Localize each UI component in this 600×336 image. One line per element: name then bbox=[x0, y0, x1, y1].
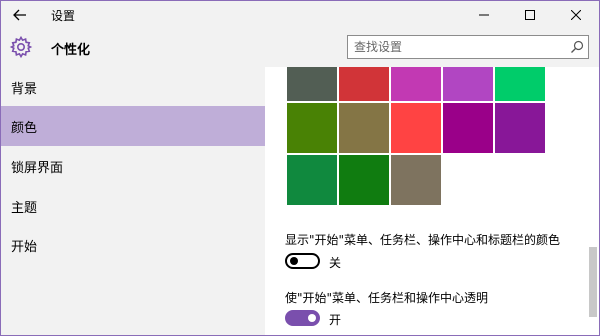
color-swatch[interactable] bbox=[443, 67, 493, 101]
color-swatch[interactable] bbox=[287, 103, 337, 153]
close-button[interactable] bbox=[553, 1, 599, 29]
color-swatch[interactable] bbox=[443, 103, 493, 153]
toggle-knob bbox=[290, 257, 298, 265]
page-title: 个性化 bbox=[51, 43, 91, 58]
sidebar-item-background[interactable]: 背景 bbox=[1, 67, 265, 107]
sidebar-item-start[interactable]: 开始 bbox=[1, 225, 265, 265]
show-color-toggle[interactable] bbox=[285, 253, 320, 269]
maximize-icon bbox=[525, 10, 535, 20]
toggle-knob bbox=[308, 314, 316, 322]
sidebar-item-label: 开始 bbox=[11, 239, 38, 255]
color-swatch[interactable] bbox=[391, 155, 441, 205]
sidebar-item-label: 锁屏界面 bbox=[11, 160, 64, 176]
page-header: 个性化 bbox=[1, 29, 599, 67]
settings-window: 设置 个性化 查找设置 背景 颜色 锁屏界面 主题 开始 显示"开始"菜单、任务… bbox=[0, 0, 600, 336]
color-swatch[interactable] bbox=[287, 67, 337, 101]
transparency-label: 使"开始"菜单、任务栏和操作中心透明 bbox=[285, 291, 489, 305]
search-input[interactable] bbox=[354, 38, 564, 56]
main-content: 显示"开始"菜单、任务栏、操作中心和标题栏的颜色 关 使"开始"菜单、任务栏和操… bbox=[265, 67, 599, 335]
minimize-icon bbox=[479, 14, 489, 16]
close-icon bbox=[571, 10, 581, 20]
color-swatch[interactable] bbox=[339, 103, 389, 153]
sidebar-item-themes[interactable]: 主题 bbox=[1, 186, 265, 226]
sidebar-item-colors[interactable]: 颜色 bbox=[1, 106, 265, 146]
gear-icon bbox=[9, 35, 33, 59]
sidebar: 背景 颜色 锁屏界面 主题 开始 bbox=[1, 67, 265, 335]
search-icon[interactable] bbox=[570, 40, 584, 54]
color-swatch[interactable] bbox=[391, 67, 441, 101]
color-swatch[interactable] bbox=[495, 67, 545, 101]
arrow-left-icon bbox=[13, 9, 26, 21]
transparency-state: 开 bbox=[329, 313, 342, 327]
color-swatch[interactable] bbox=[391, 103, 441, 153]
show-color-state: 关 bbox=[329, 256, 342, 270]
transparency-toggle[interactable] bbox=[285, 310, 320, 326]
color-swatch[interactable] bbox=[339, 67, 389, 101]
color-swatch[interactable] bbox=[495, 103, 545, 153]
scrollbar[interactable] bbox=[589, 247, 597, 317]
sidebar-item-label: 背景 bbox=[11, 81, 38, 97]
color-swatch[interactable] bbox=[287, 155, 337, 205]
sidebar-item-lock-screen[interactable]: 锁屏界面 bbox=[1, 146, 265, 186]
color-swatch[interactable] bbox=[339, 155, 389, 205]
window-title: 设置 bbox=[51, 9, 76, 23]
title-bar: 设置 bbox=[1, 1, 599, 29]
back-button[interactable] bbox=[5, 3, 35, 27]
sidebar-item-label: 颜色 bbox=[11, 120, 38, 136]
minimize-button[interactable] bbox=[461, 1, 507, 29]
show-color-label: 显示"开始"菜单、任务栏、操作中心和标题栏的颜色 bbox=[285, 233, 561, 247]
sidebar-item-label: 主题 bbox=[11, 200, 38, 216]
maximize-button[interactable] bbox=[507, 1, 553, 29]
search-box[interactable] bbox=[347, 35, 589, 59]
